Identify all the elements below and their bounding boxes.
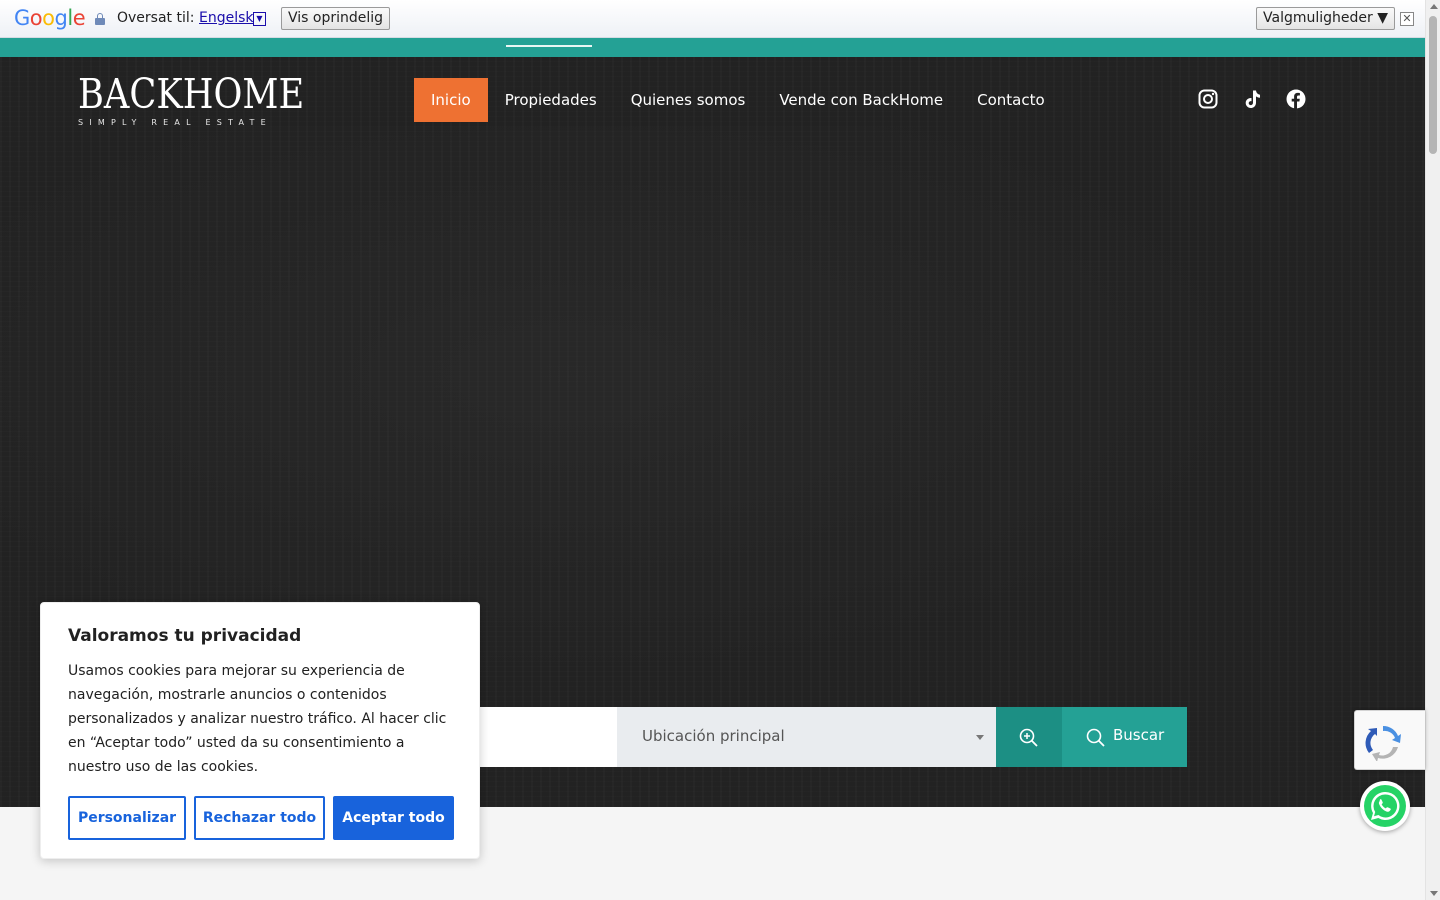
nav-item-quienes-somos[interactable]: Quienes somos [614,78,763,122]
nav-item-vende[interactable]: Vende con BackHome [762,78,960,122]
location-select[interactable]: Ubicación principal [617,707,996,767]
accept-all-button[interactable]: Aceptar todo [333,796,454,840]
chevron-down-icon [976,735,984,740]
facebook-icon[interactable] [1286,89,1306,109]
translate-bar: Google Oversat til: Engelsk ▼ Vis oprind… [0,0,1425,38]
nav-item-propiedades[interactable]: Propiedades [488,78,614,122]
advanced-search-button[interactable] [996,707,1062,767]
whatsapp-icon [1364,785,1406,827]
logo-wordmark: BACKHOME [78,70,305,118]
nav-item-inicio[interactable]: Inicio [414,78,488,122]
cookie-body: Usamos cookies para mejorar su experienc… [68,663,447,775]
translated-to-label: Oversat til: [117,10,195,26]
zoom-in-icon [1019,728,1038,747]
search-button[interactable]: Buscar [1062,707,1187,767]
location-select-value: Ubicación principal [642,727,785,745]
search-keyword-field[interactable] [480,707,617,767]
recaptcha-badge[interactable] [1354,710,1425,770]
options-button[interactable]: Valgmuligheder ▼ [1256,7,1395,30]
show-original-button[interactable]: Vis oprindelig [281,7,391,30]
google-logo: Google [14,6,86,30]
language-link[interactable]: Engelsk [199,10,254,26]
recaptcha-icon [1365,725,1401,761]
tiktok-icon[interactable] [1242,89,1262,109]
search-button-label: Buscar [1113,726,1165,744]
cookie-title: Valoramos tu privacidad [68,626,302,646]
scroll-thumb[interactable] [1429,16,1437,154]
logo-tagline: SIMPLY REAL ESTATE [78,118,272,127]
site-logo[interactable]: BACKHOME SIMPLY REAL ESTATE [78,70,305,130]
main-nav: Inicio Propiedades Quienes somos Vende c… [414,78,1062,122]
cookie-consent-dialog: Valoramos tu privacidad Usamos cookies p… [40,602,480,859]
customize-button[interactable]: Personalizar [68,796,186,840]
scroll-down-arrow[interactable] [1430,891,1438,896]
scroll-up-arrow[interactable] [1430,4,1438,9]
top-strip [0,38,1425,57]
page-scrollbar[interactable] [1425,0,1440,900]
whatsapp-button[interactable] [1360,781,1410,831]
language-dropdown-icon[interactable]: ▼ [253,12,266,26]
search-icon [1086,728,1105,747]
nav-item-contacto[interactable]: Contacto [960,78,1062,122]
reject-all-button[interactable]: Rechazar todo [194,796,325,840]
strip-indicator [506,45,592,47]
close-icon[interactable]: ✕ [1400,12,1414,26]
lock-icon [95,13,105,25]
instagram-icon[interactable] [1198,89,1218,109]
